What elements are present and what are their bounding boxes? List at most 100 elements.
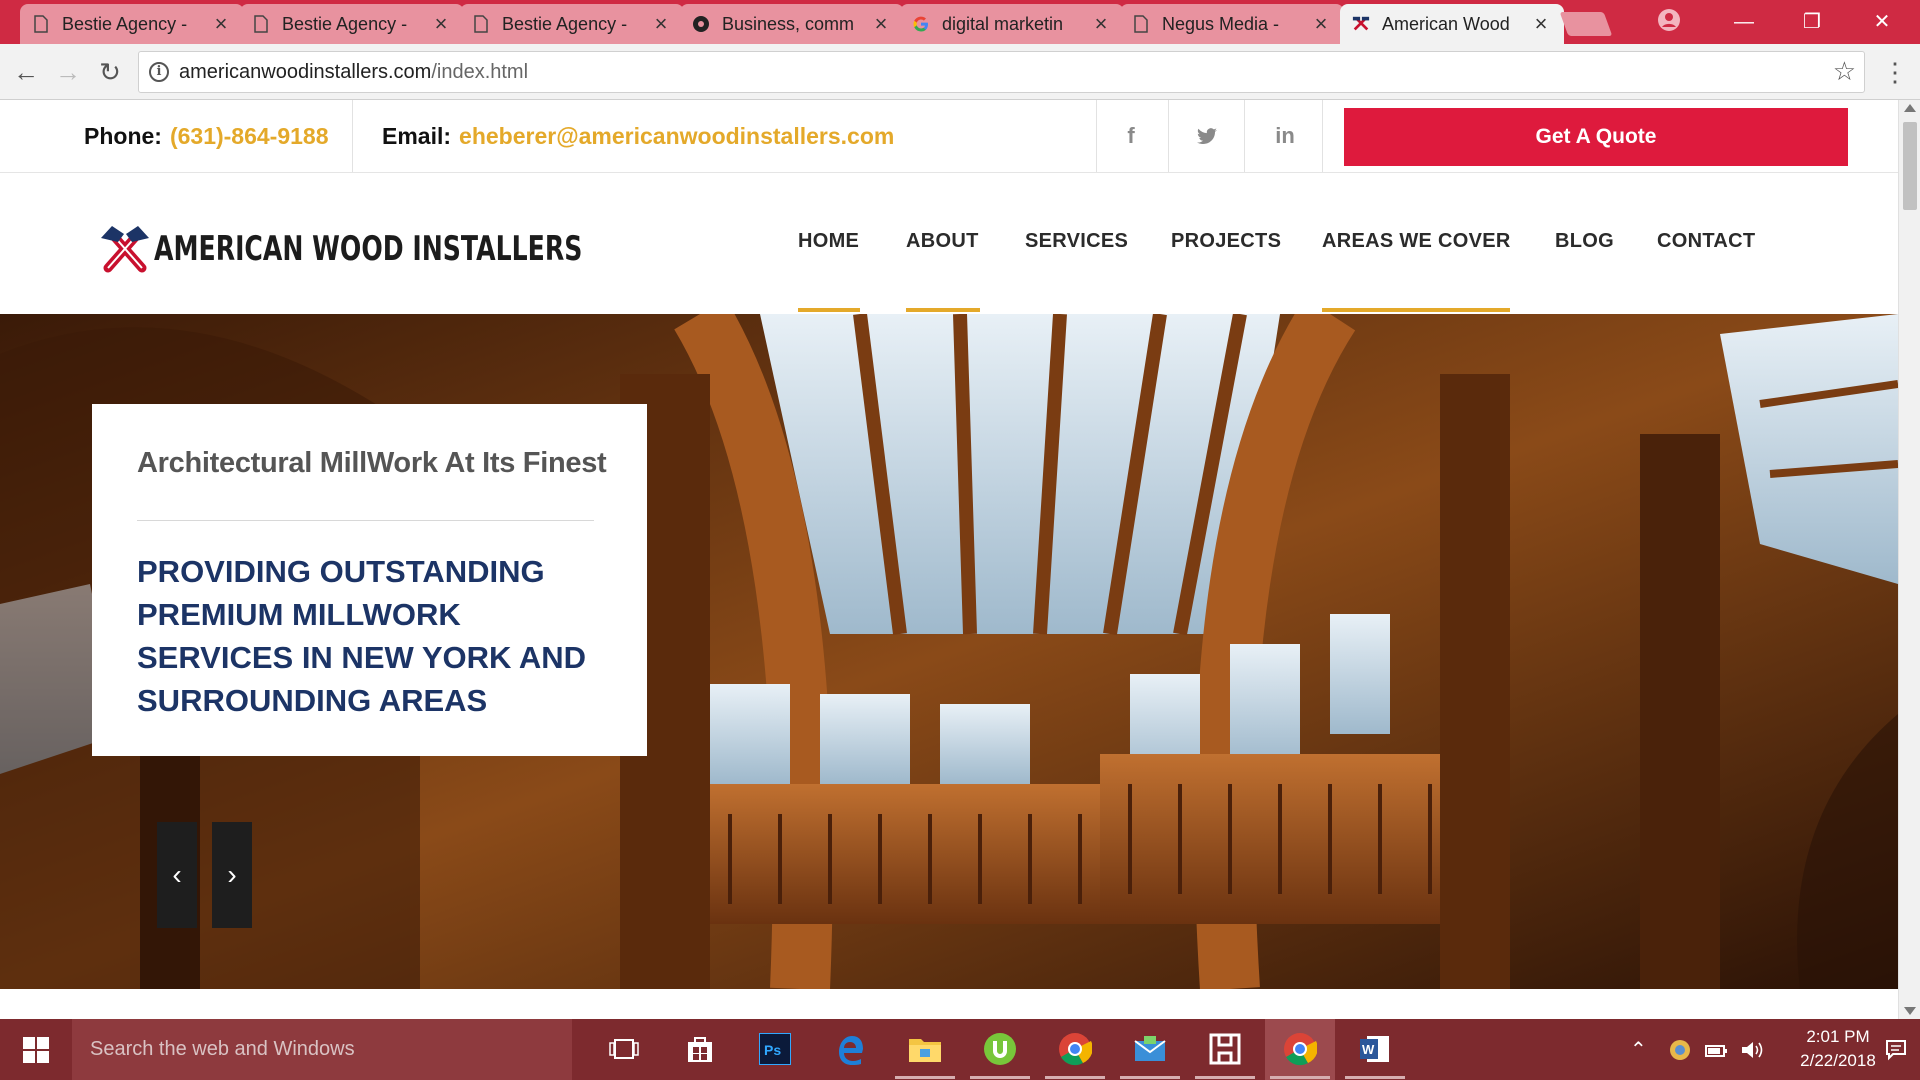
taskbar-clock[interactable]: 2:01 PM 2/22/2018 [1790, 1025, 1886, 1073]
tab-title: Bestie Agency - [62, 13, 188, 34]
url-host: americanwoodinstallers.com [179, 61, 432, 83]
taskbar-search-input[interactable]: Search the web and Windows [72, 1019, 572, 1080]
file-explorer-icon[interactable] [905, 1029, 945, 1069]
nav-services[interactable]: SERVICES [1025, 230, 1128, 253]
phone-label: Phone: [84, 122, 162, 149]
store-icon[interactable] [680, 1029, 720, 1069]
tab-title: digital marketin [942, 13, 1064, 34]
app-icon[interactable] [1205, 1029, 1245, 1069]
nav-blog[interactable]: BLOG [1555, 230, 1614, 253]
word-icon[interactable]: W [1355, 1029, 1395, 1069]
slider-prev-button[interactable]: ‹ [157, 822, 197, 928]
address-bar[interactable]: i americanwoodinstallers.com/index.html … [138, 51, 1865, 93]
tab-close-icon[interactable]: × [1530, 11, 1552, 37]
scrollbar-thumb[interactable] [1903, 122, 1917, 210]
phone-info: Phone: (631)-864-9188 [84, 100, 329, 172]
running-indicator [1345, 1076, 1405, 1079]
nav-contact[interactable]: CONTACT [1657, 230, 1755, 253]
tab-bestie-agency-3[interactable]: Bestie Agency - × [460, 4, 684, 44]
battery-icon[interactable] [1704, 1019, 1728, 1080]
nav-active-underline [798, 308, 860, 312]
edge-icon[interactable] [830, 1029, 870, 1069]
browser-tab-strip: Bestie Agency - × Bestie Agency - × Best… [0, 0, 1920, 44]
nav-active-underline [1322, 308, 1510, 312]
nav-home[interactable]: HOME [798, 230, 859, 253]
show-hidden-icons-icon[interactable]: ⌃ [1630, 1019, 1647, 1080]
tab-title: Negus Media - [1162, 13, 1280, 34]
windows-taskbar: Search the web and Windows Ps W ⌃ 2:01 P… [0, 1019, 1920, 1080]
tab-negus-media[interactable]: Negus Media - × [1120, 4, 1344, 44]
twitter-icon[interactable] [1168, 100, 1246, 172]
tab-business[interactable]: Business, comm × [680, 4, 904, 44]
tab-close-icon[interactable]: × [210, 11, 232, 37]
tab-close-icon[interactable]: × [1090, 11, 1112, 37]
tab-american-wood[interactable]: American Wood × [1340, 4, 1564, 44]
chevron-left-icon: ‹ [172, 859, 182, 890]
volume-icon[interactable] [1740, 1019, 1764, 1080]
tab-bestie-agency-1[interactable]: Bestie Agency - × [20, 4, 244, 44]
site-header: AMERICAN WOOD INSTALLERS HOME ABOUT SERV… [0, 173, 1898, 313]
back-icon[interactable]: ← [10, 56, 42, 88]
slider-next-button[interactable]: › [212, 822, 252, 928]
nav-active-underline [906, 308, 980, 312]
linkedin-icon[interactable]: in [1246, 100, 1324, 172]
new-tab-button[interactable] [1559, 12, 1613, 36]
scroll-up-icon[interactable] [1904, 104, 1916, 112]
svg-text:W: W [1362, 1042, 1375, 1057]
facebook-icon[interactable]: f [1092, 100, 1170, 172]
hammer-favicon-icon [1352, 15, 1370, 33]
svg-text:Ps: Ps [764, 1042, 781, 1058]
task-view-icon[interactable] [604, 1029, 644, 1069]
minimize-icon[interactable]: — [1724, 6, 1764, 38]
tab-close-icon[interactable]: × [430, 11, 452, 37]
onedrive-icon[interactable] [1668, 1019, 1692, 1080]
restore-icon[interactable]: ❐ [1792, 6, 1832, 38]
running-indicator [1120, 1076, 1180, 1079]
hero-caption-card: Architectural MillWork At Its Finest PRO… [92, 404, 647, 756]
page-scrollbar[interactable] [1898, 100, 1920, 1019]
chrome-icon[interactable] [1280, 1029, 1320, 1069]
mail-icon[interactable] [1130, 1029, 1170, 1069]
page-section-below-hero [0, 989, 1898, 1019]
running-indicator [970, 1076, 1030, 1079]
tab-title: Bestie Agency - [282, 13, 408, 34]
site-logo[interactable]: AMERICAN WOOD INSTALLERS [98, 221, 733, 277]
running-indicator [895, 1076, 955, 1079]
page-icon [252, 15, 270, 33]
email-link[interactable]: eheberer@americanwoodinstallers.com [459, 123, 894, 150]
divider [352, 100, 353, 172]
nav-projects[interactable]: PROJECTS [1171, 230, 1281, 253]
browser-toolbar: ← → ↻ i americanwoodinstallers.com/index… [0, 44, 1920, 100]
site-info-icon[interactable]: i [149, 62, 169, 82]
windows-start-icon[interactable] [0, 1019, 72, 1080]
email-info: Email: eheberer@americanwoodinstallers.c… [382, 100, 894, 172]
divider [1322, 100, 1323, 172]
nav-about[interactable]: ABOUT [906, 230, 979, 253]
photoshop-icon[interactable]: Ps [755, 1029, 795, 1069]
url-text: americanwoodinstallers.com/index.html [179, 61, 528, 84]
tab-close-icon[interactable]: × [650, 11, 672, 37]
get-a-quote-button[interactable]: Get A Quote [1344, 108, 1848, 166]
chrome-icon[interactable] [1055, 1029, 1095, 1069]
nav-areas-we-cover[interactable]: AREAS WE COVER [1322, 230, 1511, 253]
tab-digital-marketing[interactable]: digital marketin × [900, 4, 1124, 44]
caption-divider [137, 520, 594, 521]
action-center-icon[interactable] [1884, 1019, 1908, 1080]
clock-date: 2/22/2018 [1800, 1051, 1876, 1070]
phone-link[interactable]: (631)-864-9188 [170, 123, 329, 150]
utorrent-icon[interactable] [980, 1029, 1020, 1069]
scroll-down-icon[interactable] [1904, 1007, 1916, 1015]
running-indicator [1195, 1076, 1255, 1079]
tab-close-icon[interactable]: × [870, 11, 892, 37]
hero-slider: Architectural MillWork At Its Finest PRO… [0, 314, 1898, 989]
page-icon [32, 15, 50, 33]
profile-icon[interactable] [1657, 8, 1681, 32]
close-window-icon[interactable]: ✕ [1862, 6, 1902, 38]
browser-menu-icon[interactable]: ⋮ [1880, 56, 1910, 88]
bookmark-star-icon[interactable]: ☆ [1833, 56, 1856, 87]
tab-bestie-agency-2[interactable]: Bestie Agency - × [240, 4, 464, 44]
tab-close-icon[interactable]: × [1310, 11, 1332, 37]
reload-icon[interactable]: ↻ [94, 56, 126, 88]
forward-icon[interactable]: → [52, 56, 84, 88]
page-icon [472, 15, 490, 33]
